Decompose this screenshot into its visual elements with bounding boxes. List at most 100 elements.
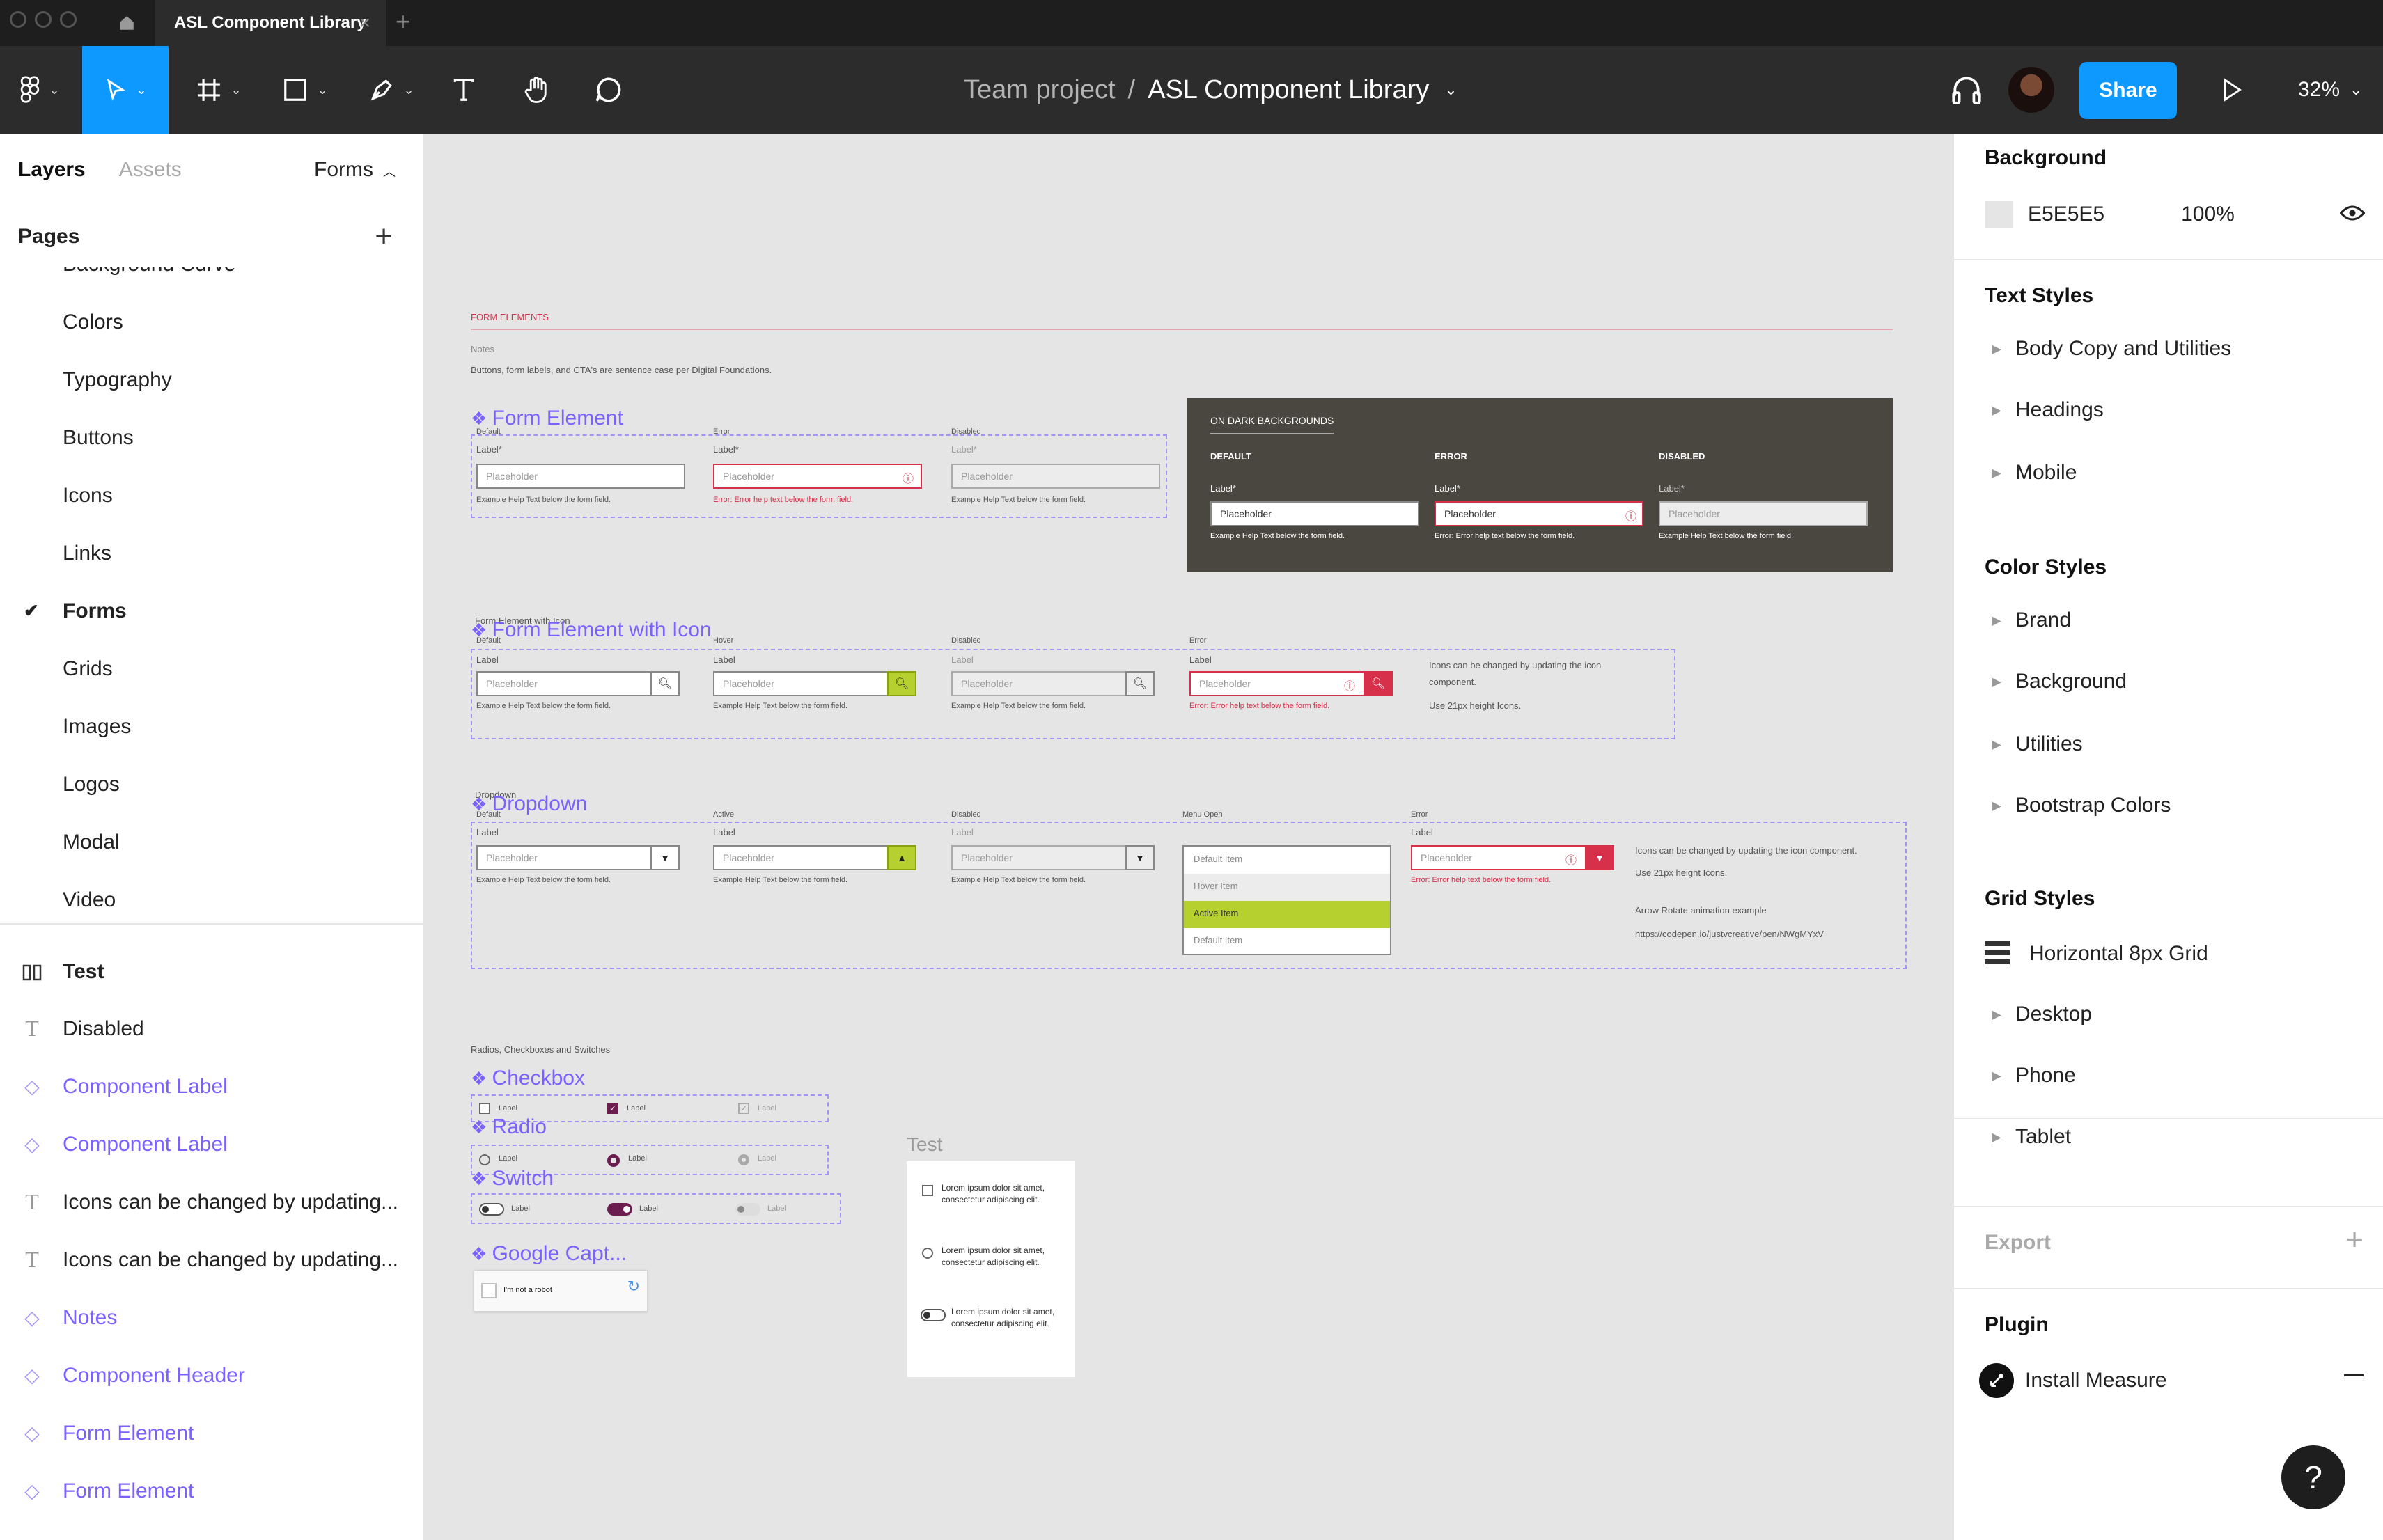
audio-button[interactable] <box>1940 46 1993 134</box>
layer-item[interactable]: T Disabled <box>0 1000 423 1058</box>
page-switcher[interactable]: Forms ︿ <box>314 158 396 182</box>
menu-item[interactable]: Default Item <box>1184 928 1390 955</box>
component-label[interactable]: Google Capt... <box>471 1242 627 1266</box>
caret-up-icon[interactable]: ▲ <box>887 845 916 870</box>
background-fill-row[interactable]: E5E5E5 100% <box>1985 201 2235 228</box>
checkbox-checked[interactable]: ✓ <box>607 1103 618 1114</box>
tab-assets[interactable]: Assets <box>119 158 182 182</box>
style-item[interactable]: ▶ Mobile <box>1992 461 2077 485</box>
component-label[interactable]: Form Element <box>471 407 623 430</box>
dropdown-error[interactable]: Placeholder <box>1411 845 1586 870</box>
text-input-error[interactable]: Placeholder <box>713 464 922 489</box>
icon-input-error[interactable]: Placeholder <box>1189 671 1365 696</box>
page-item[interactable]: Background Curve <box>0 267 423 293</box>
page-item[interactable]: Icons <box>0 466 423 524</box>
style-item[interactable]: ▶ Phone <box>1992 1064 2076 1087</box>
style-item[interactable]: ▶ Brand <box>1992 608 2071 632</box>
search-icon[interactable]: 🔍︎ <box>650 671 680 696</box>
search-icon[interactable]: 🔍︎ <box>1364 671 1393 696</box>
layer-item[interactable]: T Icons can be changed by updating... <box>0 1173 423 1231</box>
close-tab-icon[interactable]: × <box>359 12 370 34</box>
radio-selected[interactable] <box>607 1154 620 1167</box>
dark-input-default[interactable]: Placeholder <box>1210 501 1419 526</box>
style-item[interactable]: ▶ Background <box>1992 670 2127 693</box>
page-item-selected[interactable]: ✔ Forms <box>0 582 423 640</box>
close-window-button[interactable] <box>10 11 26 28</box>
text-input-default[interactable]: Placeholder <box>476 464 685 489</box>
page-item[interactable]: Images <box>0 698 423 755</box>
new-tab-button[interactable]: + <box>396 7 410 36</box>
icon-input-default[interactable]: Placeholder <box>476 671 652 696</box>
home-icon[interactable] <box>106 0 148 46</box>
add-page-icon[interactable]: + <box>375 219 393 254</box>
page-item[interactable]: Typography <box>0 351 423 409</box>
plugin-item[interactable]: Install Measure <box>1979 1363 2166 1398</box>
style-item[interactable]: ▶ Desktop <box>1992 1003 2092 1026</box>
layer-item[interactable]: ◇ Component Label <box>0 1115 423 1173</box>
switch-off[interactable] <box>479 1203 504 1216</box>
component-label[interactable]: Form Element with Icon <box>471 618 712 642</box>
present-button[interactable] <box>2208 46 2256 134</box>
page-item[interactable]: Colors <box>0 293 423 351</box>
component-label[interactable]: Radio <box>471 1115 547 1139</box>
recaptcha-checkbox[interactable] <box>481 1283 497 1298</box>
hand-tool[interactable] <box>514 46 560 134</box>
component-label[interactable]: Checkbox <box>471 1067 585 1090</box>
file-tab[interactable]: ASL Component Library × <box>155 0 386 46</box>
project-link[interactable]: Team project <box>964 75 1116 105</box>
search-icon[interactable]: 🔍︎ <box>887 671 916 696</box>
add-export-icon[interactable]: + <box>2345 1223 2364 1257</box>
component-label[interactable]: Switch <box>471 1167 554 1191</box>
menu-item-hover[interactable]: Hover Item <box>1184 874 1390 901</box>
test-frame[interactable]: Lorem ipsum dolor sit amet, consectetur … <box>907 1161 1075 1377</box>
dark-input-error[interactable]: Placeholder <box>1435 501 1643 526</box>
checkbox-unchecked[interactable] <box>479 1103 490 1114</box>
layer-item[interactable]: ◇ Form Element <box>0 1462 423 1520</box>
radio-unselected[interactable] <box>922 1248 933 1259</box>
text-tool[interactable] <box>443 46 485 134</box>
switch-off[interactable] <box>921 1309 946 1321</box>
style-item[interactable]: ▶ Utilities <box>1992 732 2083 756</box>
chevron-down-icon[interactable]: ⌄ <box>1444 81 1457 99</box>
page-item[interactable]: Video <box>0 871 423 923</box>
layer-item[interactable]: ◇ Notes <box>0 1289 423 1346</box>
dropdown-active[interactable]: Placeholder <box>713 845 889 870</box>
zoom-menu[interactable]: 32% ⌄ <box>2298 46 2362 134</box>
maximize-window-button[interactable] <box>60 11 77 28</box>
move-tool[interactable]: ⌄ <box>82 46 169 134</box>
color-swatch[interactable] <box>1985 201 2013 228</box>
style-item[interactable]: ▶ Bootstrap Colors <box>1992 794 2171 817</box>
layer-item[interactable]: ◇ Component Label <box>0 1058 423 1115</box>
page-item[interactable]: Buttons <box>0 409 423 466</box>
layer-item[interactable]: T Icons can be changed by updating... <box>0 1231 423 1289</box>
canvas[interactable]: FORM ELEMENTS Notes Buttons, form labels… <box>425 134 1953 1540</box>
menu-item-active[interactable]: Active Item <box>1184 901 1390 928</box>
page-item[interactable]: Modal <box>0 813 423 871</box>
checkbox-unchecked[interactable] <box>922 1185 933 1196</box>
caret-down-icon[interactable]: ▼ <box>650 845 680 870</box>
page-item[interactable]: Grids <box>0 640 423 698</box>
tab-layers[interactable]: Layers <box>18 158 86 182</box>
share-button[interactable]: Share <box>2079 62 2177 119</box>
file-name[interactable]: ASL Component Library <box>1148 75 1429 105</box>
icon-input-hover[interactable]: Placeholder <box>713 671 889 696</box>
radio-unselected[interactable] <box>479 1154 490 1165</box>
switch-on[interactable] <box>607 1203 632 1216</box>
menu-item[interactable]: Default Item <box>1184 847 1390 874</box>
eye-icon[interactable] <box>2339 203 2366 226</box>
layer-item[interactable]: Test <box>0 944 423 1000</box>
style-item[interactable]: ▶ Body Copy and Utilities <box>1992 337 2231 361</box>
layer-item[interactable]: ◇ Component Header <box>0 1346 423 1404</box>
page-item[interactable]: Links <box>0 524 423 582</box>
caret-down-icon[interactable]: ▼ <box>1585 845 1614 870</box>
help-button[interactable]: ? <box>2281 1445 2345 1509</box>
style-item[interactable]: Horizontal 8px Grid <box>1985 941 2208 966</box>
main-menu-button[interactable]: ⌄ <box>10 46 70 134</box>
background-opacity[interactable]: 100% <box>2181 203 2235 226</box>
frame-tool[interactable]: ⌄ <box>184 46 253 134</box>
avatar[interactable] <box>2008 67 2054 113</box>
codepen-link[interactable]: https://codepen.io/justvcreative/pen/NWg… <box>1635 929 1824 939</box>
remove-plugin-icon[interactable] <box>2344 1374 2364 1376</box>
shape-tool[interactable]: ⌄ <box>270 46 340 134</box>
pen-tool[interactable]: ⌄ <box>357 46 426 134</box>
